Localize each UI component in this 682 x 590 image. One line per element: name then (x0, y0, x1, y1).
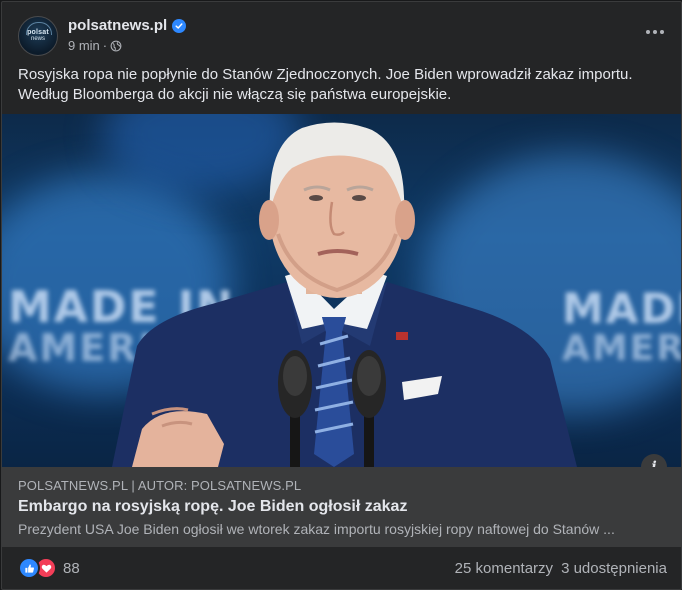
shares-count-link[interactable]: 3 udostępnienia (561, 560, 667, 577)
meta-separator: · (102, 38, 108, 53)
verified-badge-icon (172, 18, 187, 33)
post-time-link[interactable]: 9 min (68, 38, 100, 53)
link-domain: POLSATNEWS.PL | AUTOR: POLSATNEWS.PL (18, 478, 302, 493)
more-options-icon[interactable] (641, 22, 669, 42)
avatar-logo-arc (26, 22, 52, 35)
engagement-stats: 25 komentarzy 3 udostępnienia (455, 560, 667, 577)
speaker-illustration (112, 122, 577, 467)
post-meta: 9 min · (68, 38, 122, 53)
page-avatar[interactable]: polsat news (18, 16, 58, 56)
avatar-text-bottom: news (30, 36, 45, 42)
post-header: polsat news polsatnews.pl 9 min · (18, 14, 669, 58)
post-image[interactable]: MADE IN AMERICA MADE AMER (2, 114, 681, 467)
page-name-link[interactable]: polsatnews.pl (68, 17, 167, 34)
reactions-summary[interactable]: 88 (18, 557, 80, 579)
globe-icon[interactable] (110, 40, 122, 52)
reaction-count: 88 (63, 559, 80, 577)
page-name-row: polsatnews.pl (68, 17, 187, 34)
post-card: polsat news polsatnews.pl 9 min · Rosyjs… (1, 1, 682, 590)
post-text: Rosyjska ropa nie popłynie do Stanów Zje… (18, 66, 633, 103)
link-description: Prezydent USA Joe Biden ogłosił we wtore… (18, 521, 615, 537)
post-footer: 88 25 komentarzy 3 udostępnienia (18, 555, 667, 579)
comments-count-link[interactable]: 25 komentarzy (455, 560, 553, 577)
link-headline[interactable]: Embargo na rosyjską ropę. Joe Biden ogło… (18, 498, 407, 516)
like-reaction-icon (18, 557, 40, 579)
link-preview[interactable]: POLSATNEWS.PL | AUTOR: POLSATNEWS.PL Emb… (2, 467, 681, 547)
